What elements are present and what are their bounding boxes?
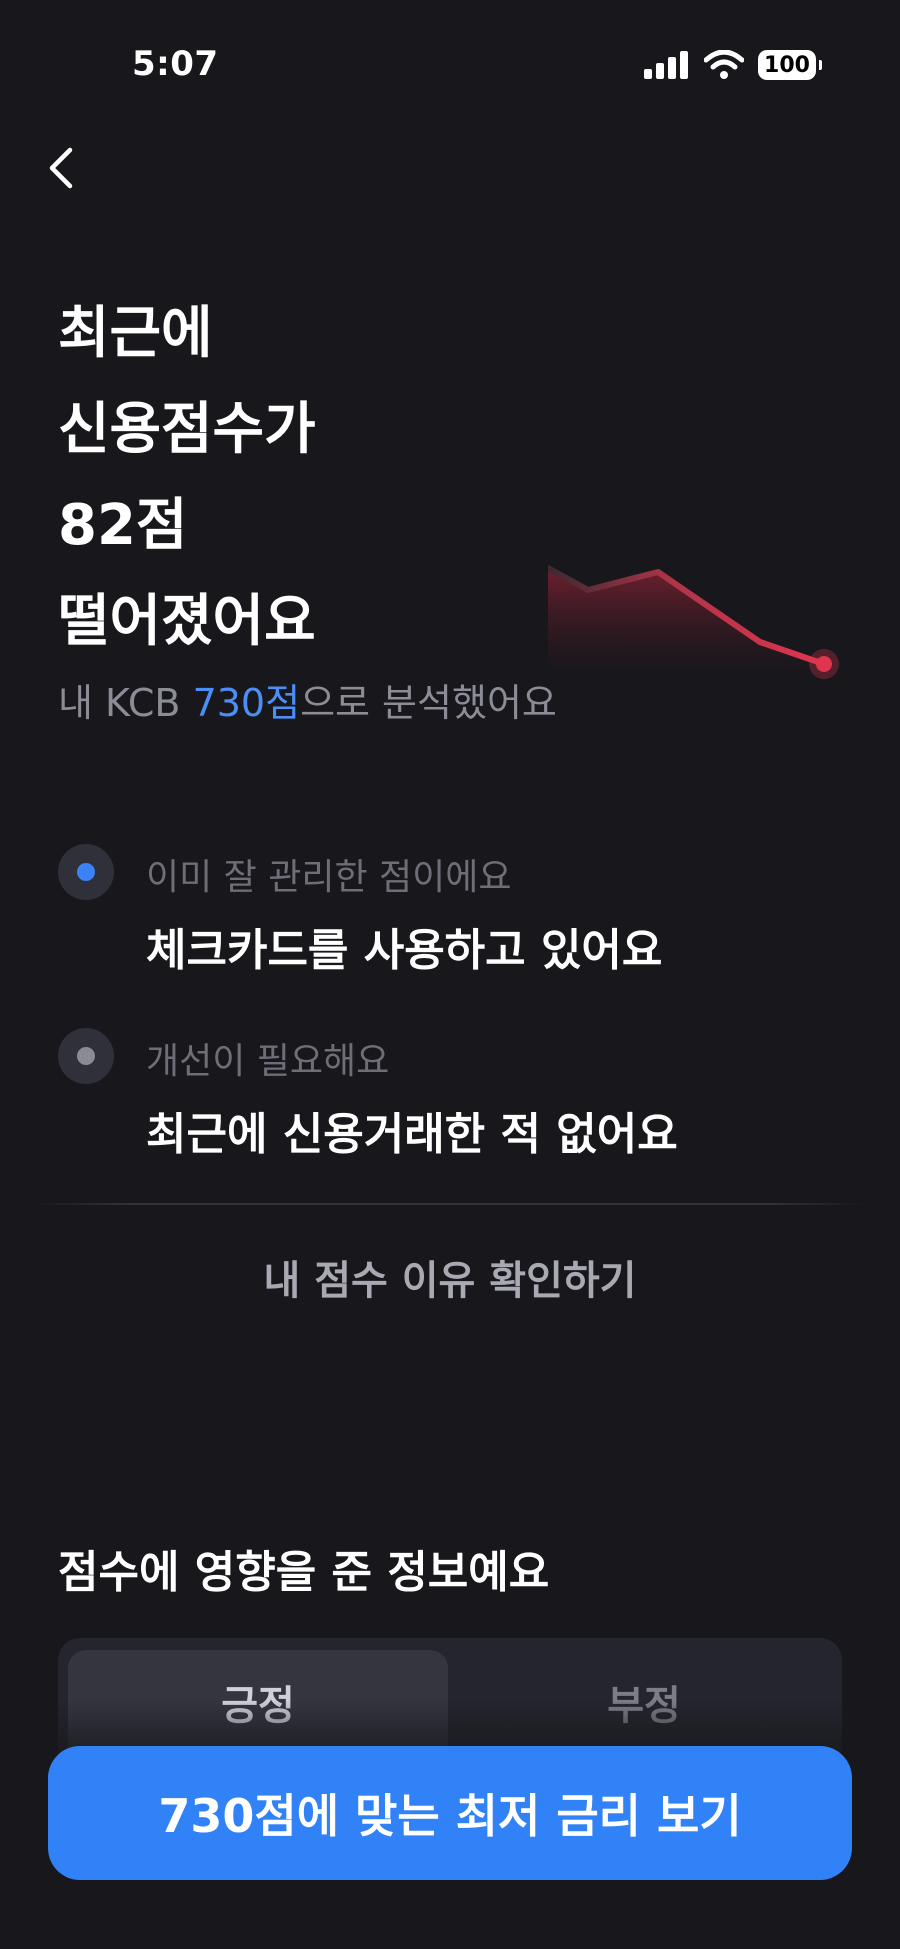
page-title-line: 떨어졌어요 [58, 589, 316, 654]
reason-label: 개선이 필요해요 [146, 1041, 390, 1082]
score-value: 730점 [192, 681, 301, 725]
neutral-dot-icon [58, 1028, 114, 1084]
reason-label: 이미 잘 관리한 점이에요 [146, 857, 512, 898]
check-score-reason-button[interactable]: 내 점수 이유 확인하기 [0, 1248, 900, 1306]
cellular-signal-icon [644, 51, 688, 79]
decline-area [548, 568, 824, 680]
section-title: 점수에 영향을 준 정보예요 [58, 1547, 550, 1598]
page-title: 최근에 신용점수가 82점 떨어졌어요 [58, 286, 578, 670]
page-title-line: 82점 [58, 493, 188, 558]
reason-text: 최근에 신용거래한 적 없어요 [146, 1109, 678, 1160]
subtitle-suffix: 으로 분석했어요 [300, 681, 557, 725]
status-time: 5:07 [132, 44, 219, 84]
score-decline-graphic [548, 565, 839, 680]
chevron-left-icon [49, 147, 73, 189]
page-title-line: 신용점수가 [58, 397, 316, 462]
analysis-subtitle: 내 KCB 730점으로 분석했어요 [58, 672, 557, 727]
subtitle-prefix: 내 KCB [58, 681, 193, 725]
wifi-icon [704, 50, 744, 79]
positive-dot-icon [58, 844, 114, 900]
view-lowest-rate-button[interactable]: 730점에 맞는 최저 금리 보기 [48, 1746, 852, 1880]
back-button[interactable] [46, 138, 90, 198]
page-title-line: 최근에 [58, 301, 213, 366]
battery-icon: 100 [758, 50, 822, 80]
divider [34, 1203, 866, 1205]
decline-point [816, 656, 832, 672]
reason-text: 체크카드를 사용하고 있어요 [146, 925, 663, 976]
status-icons: 100 [644, 50, 822, 80]
